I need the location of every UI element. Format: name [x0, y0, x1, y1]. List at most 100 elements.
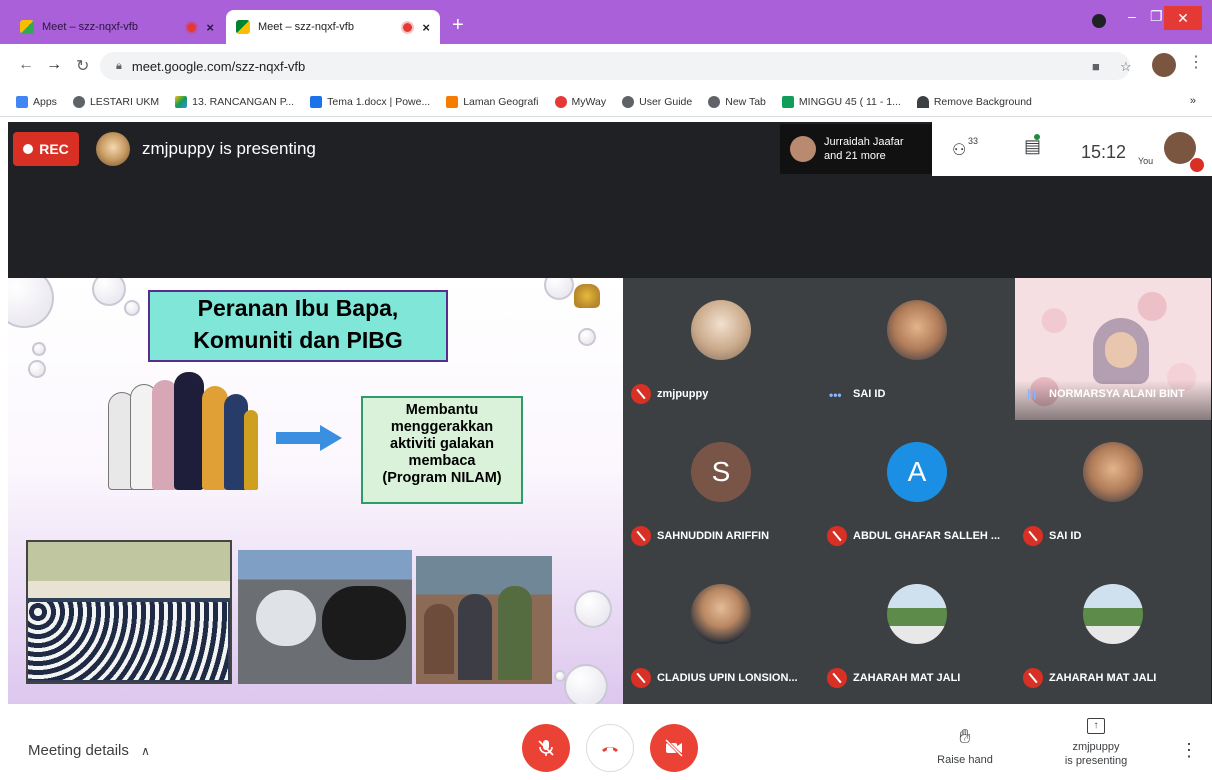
bookmark-label: 13. RANCANGAN P...: [192, 96, 295, 108]
graduation-cap-icon: [916, 96, 929, 108]
profile-avatar[interactable]: [1152, 53, 1176, 77]
motorcycle-shape: [256, 590, 316, 646]
raise-hand-label: Raise hand: [937, 754, 993, 766]
meeting-details-label: Meeting details: [28, 742, 129, 759]
participant-tile[interactable]: ZAHARAH MAT JALI: [819, 562, 1015, 704]
new-tab-button[interactable]: +: [452, 14, 464, 37]
globe-icon: [72, 96, 85, 108]
participant-avatar: [1083, 584, 1143, 644]
microphone-off-button[interactable]: [522, 724, 570, 772]
participant-tile[interactable]: ••• SAI ID: [819, 278, 1015, 420]
slide-title: Peranan Ibu Bapa, Komuniti dan PIBG: [148, 290, 448, 362]
bookmark-minggu[interactable]: MINGGU 45 ( 11 - 1...: [781, 96, 901, 108]
globe-icon: [622, 96, 635, 108]
address-bar[interactable]: 🔒︎ meet.google.com/szz-nqxf-vfb: [100, 52, 1130, 80]
bookmark-rancangan[interactable]: 13. RANCANGAN P...: [175, 96, 294, 108]
tab-meet-2[interactable]: Meet – szz-nqxf-vfb ×: [226, 10, 440, 44]
group-photo: [416, 556, 552, 684]
slide-title-line: Komuniti dan PIBG: [193, 327, 403, 353]
bookmark-label: Apps: [33, 96, 57, 108]
drive-icon: [175, 96, 188, 108]
minimize-button[interactable]: –: [1128, 8, 1136, 24]
bookmark-myway[interactable]: MyWay: [554, 96, 606, 108]
raise-hand-button[interactable]: ✋︎ Raise hand: [930, 726, 1000, 766]
participant-name: CLADIUS UPIN LONSION...: [657, 672, 798, 684]
name-overlay: [1015, 380, 1211, 420]
chevron-up-icon: ∧: [141, 744, 150, 758]
speaking-indicator-icon: •••: [829, 388, 842, 402]
bookmark-removebg[interactable]: Remove Background: [916, 96, 1032, 108]
participant-tile[interactable]: SAI ID: [1015, 420, 1211, 562]
incognito-icon: [1092, 14, 1106, 28]
bookmark-label: Remove Background: [933, 96, 1032, 108]
reload-icon[interactable]: ↻: [76, 56, 89, 76]
window-close-button[interactable]: ✕: [1164, 6, 1202, 30]
participant-tile[interactable]: S SAHNUDDIN ARIFFIN: [623, 420, 819, 562]
students-hall-photo: [26, 540, 232, 684]
recording-indicator-icon: [403, 22, 413, 32]
meet-stage: REC zmjpuppy is presenting Jurraidah Jaa…: [8, 122, 1212, 704]
mic-off-icon: [1023, 526, 1043, 546]
meeting-details-button[interactable]: Meeting details ∧: [28, 742, 150, 759]
browser-menu-icon[interactable]: ⋮: [1188, 52, 1204, 72]
more-options-icon[interactable]: ⋮: [1180, 740, 1198, 761]
restore-button[interactable]: ❐: [1150, 8, 1163, 25]
water-drop-decoration: [578, 328, 596, 346]
meet-favicon-icon: [20, 20, 34, 34]
participant-name: ZAHARAH MAT JALI: [1049, 672, 1157, 684]
camera-in-use-icon[interactable]: ■: [1092, 59, 1100, 74]
speaker-more: and 21 more: [824, 150, 886, 162]
meeting-clock: 15:12: [1081, 142, 1127, 162]
bookmark-lestari[interactable]: LESTARI UKM: [72, 96, 160, 108]
tab-strip: Meet – szz-nqxf-vfb × Meet – szz-nqxf-vf…: [0, 0, 1212, 44]
bookmark-newtab[interactable]: New Tab: [708, 96, 766, 108]
water-drop-decoration: [124, 300, 140, 316]
participant-tile[interactable]: ZAHARAH MAT JALI: [1015, 562, 1211, 704]
bookmark-apps[interactable]: Apps: [16, 96, 57, 108]
mic-off-icon: [1023, 668, 1043, 688]
tab-close-button[interactable]: ×: [206, 20, 214, 35]
participant-name: ABDUL GHAFAR SALLEH ...: [853, 530, 1001, 542]
participant-tile[interactable]: A ABDUL GHAFAR SALLEH ...: [819, 420, 1015, 562]
participant-tile[interactable]: zmjpuppy: [623, 278, 819, 420]
bookmark-label: LESTARI UKM: [89, 96, 160, 108]
bookmark-star-icon[interactable]: ☆: [1120, 59, 1132, 75]
people-icon[interactable]: ⚇: [952, 140, 966, 160]
bookmarks-overflow-icon[interactable]: »: [1190, 95, 1196, 107]
participant-avatar: [691, 300, 751, 360]
bookmark-userguide[interactable]: User Guide: [622, 96, 692, 108]
motorcycle-shape: [322, 586, 406, 660]
mic-off-icon: [631, 668, 651, 688]
activity-line: menggerakkan: [390, 419, 494, 435]
blogger-icon: [446, 96, 459, 108]
participant-grid: zmjpuppy ••• SAI ID |ı| NORMARSYA ALANI …: [623, 278, 1212, 704]
leave-call-button[interactable]: [586, 724, 634, 772]
back-arrow-icon[interactable]: ←: [18, 56, 34, 74]
apps-grid-icon: [16, 96, 28, 108]
activity-line: membaca: [408, 453, 476, 469]
recording-badge: REC: [13, 132, 79, 166]
tab-meet-1[interactable]: Meet – szz-nqxf-vfb ×: [10, 10, 224, 44]
participant-tile[interactable]: |ı| NORMARSYA ALANI BINT: [1015, 278, 1211, 420]
active-speaker-chip[interactable]: Jurraidah Jaafar and 21 more: [780, 124, 932, 174]
person-shape: [458, 594, 492, 680]
recording-indicator-icon: [187, 22, 197, 32]
participant-name: SAI ID: [1049, 530, 1082, 542]
bookmark-geografi[interactable]: Laman Geografi: [446, 96, 539, 108]
camera-off-button[interactable]: [650, 724, 698, 772]
tab-close-button[interactable]: ×: [422, 20, 430, 35]
globe-icon: [708, 96, 721, 108]
students-crowd: [28, 602, 228, 680]
sheets-icon: [781, 96, 794, 108]
participant-name: SAI ID: [853, 388, 886, 400]
forward-arrow-icon[interactable]: →: [46, 56, 62, 74]
participant-name: NORMARSYA ALANI BINT: [1049, 388, 1185, 400]
camera-off-icon: [664, 738, 684, 758]
bookmark-tema[interactable]: Tema 1.docx | Powe...: [310, 96, 430, 108]
person-figure: [244, 410, 258, 490]
tab-title: Meet – szz-nqxf-vfb: [258, 21, 354, 33]
participant-tile[interactable]: CLADIUS UPIN LONSION...: [623, 562, 819, 704]
present-now-button[interactable]: ↑ zmjpuppy is presenting: [1056, 718, 1136, 768]
bookmark-label: New Tab: [725, 96, 766, 108]
right-arrow-icon: [276, 425, 342, 451]
